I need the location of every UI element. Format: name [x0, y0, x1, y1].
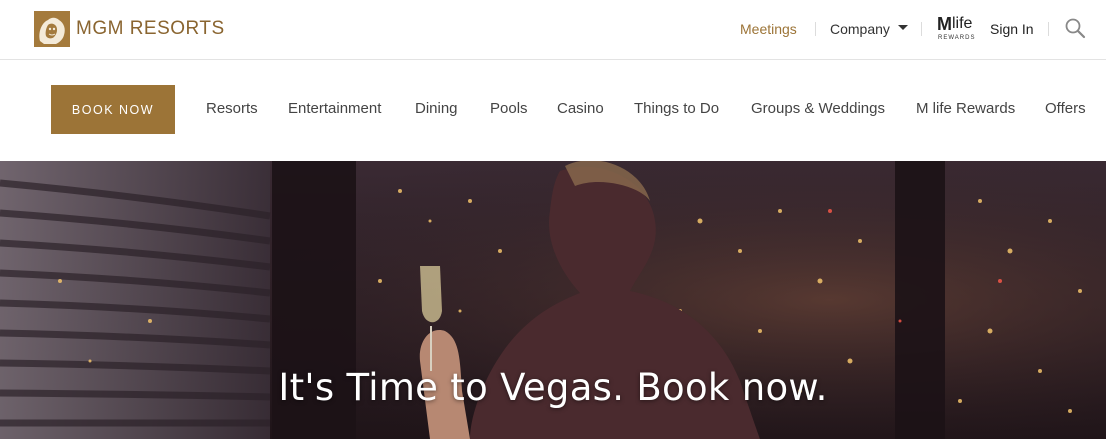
nav-item-entertainment[interactable]: Entertainment	[288, 100, 381, 117]
company-label: Company	[830, 21, 890, 37]
mlife-logo-m: M	[937, 14, 952, 34]
sign-in-link[interactable]: Sign In	[990, 0, 1034, 58]
book-now-button[interactable]: BOOK NOW	[51, 85, 175, 134]
divider	[1048, 22, 1049, 36]
meetings-link[interactable]: Meetings	[740, 0, 797, 58]
mlife-logo-rewards: REWARDS	[938, 35, 976, 41]
nav-item-resorts[interactable]: Resorts	[206, 100, 258, 117]
nav-item-offers[interactable]: Offers	[1045, 100, 1086, 117]
top-utility-bar: MGM RESORTS Meetings Company M life REWA…	[0, 0, 1106, 60]
company-dropdown[interactable]: Company	[830, 0, 908, 58]
divider	[815, 22, 816, 36]
nav-item-mlife-rewards[interactable]: M life Rewards	[916, 100, 1015, 117]
brand-name: MGM RESORTS	[76, 18, 225, 39]
mlife-rewards-logo[interactable]: M life REWARDS	[937, 14, 979, 42]
brand-logo[interactable]: MGM RESORTS	[34, 10, 225, 48]
mlife-logo-life: life	[952, 15, 973, 32]
divider	[921, 22, 922, 36]
nav-item-dining[interactable]: Dining	[415, 100, 458, 117]
nav-item-pools[interactable]: Pools	[490, 100, 528, 117]
hero-title: It's Time to Vegas. Book now.	[278, 366, 828, 409]
main-navigation: BOOK NOW Resorts Entertainment Dining Po…	[0, 60, 1106, 161]
hero-banner[interactable]: It's Time to Vegas. Book now.	[0, 161, 1106, 439]
nav-item-things-to-do[interactable]: Things to Do	[634, 100, 719, 117]
lion-head-icon	[34, 11, 70, 47]
caret-down-icon	[897, 24, 908, 30]
search-icon[interactable]	[1064, 17, 1086, 39]
nav-item-casino[interactable]: Casino	[557, 100, 604, 117]
nav-item-groups-weddings[interactable]: Groups & Weddings	[751, 100, 885, 117]
